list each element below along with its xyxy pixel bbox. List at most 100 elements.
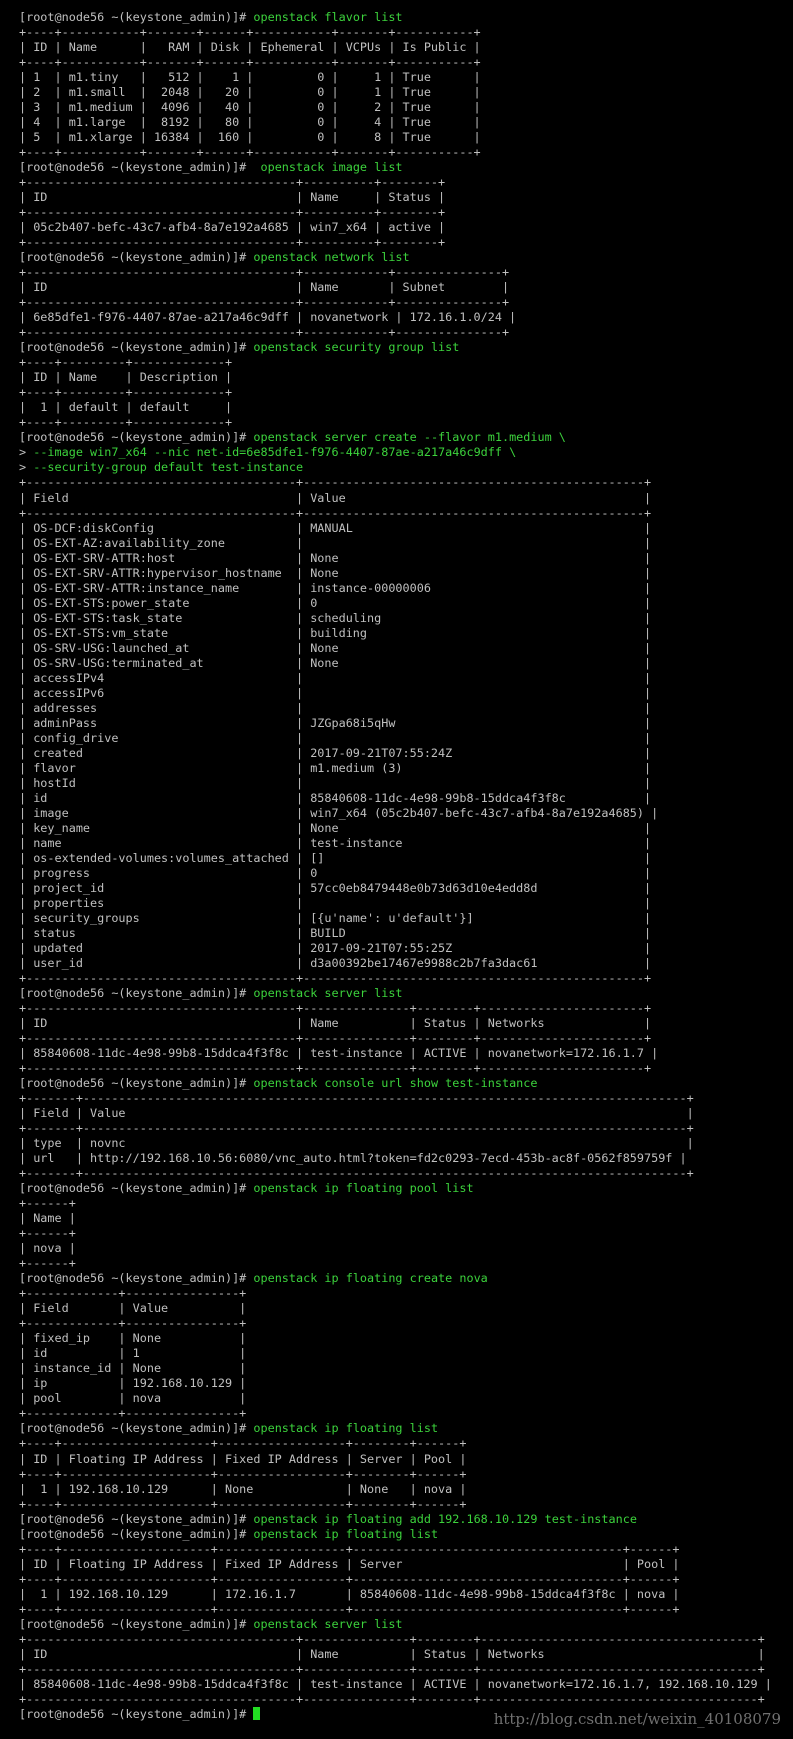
command-line: [root@node56 ~(keystone_admin)]# opensta… bbox=[19, 250, 772, 265]
output-line: +--------------------------------------+… bbox=[19, 235, 446, 250]
shell-command: openstack network list bbox=[253, 250, 410, 265]
shell-prompt: [root@node56 ~(keystone_admin)]# bbox=[19, 10, 254, 24]
output-line: | Field | Value | bbox=[19, 1106, 694, 1121]
output-line: +----+---------------------+------------… bbox=[19, 1601, 680, 1616]
output-line: | user_id | d3a00392be17467e9988c2b7fa3d… bbox=[19, 955, 652, 970]
shell-command: openstack image list bbox=[253, 160, 403, 175]
command-line: [root@node56 ~(keystone_admin)]# opensta… bbox=[19, 340, 772, 355]
output-line: | ID | Name | Subnet | bbox=[19, 280, 510, 295]
shell-command: openstack security group list bbox=[253, 340, 460, 355]
shell-command: --image win7_x64 --nic net-id=6e85dfe1-f… bbox=[33, 445, 517, 460]
output-line: | ID | Name | Description | bbox=[19, 370, 233, 385]
output-line: | 5 | m1.xlarge | 16384 | 160 | 0 | 8 | … bbox=[19, 130, 481, 145]
output-line: | os-extended-volumes:volumes_attached |… bbox=[19, 850, 652, 865]
output-line: +----+-----------+-------+------+-------… bbox=[19, 55, 481, 70]
output-line: | OS-EXT-SRV-ATTR:hypervisor_hostname | … bbox=[19, 565, 652, 580]
output-line: | adminPass | JZGpa68i5qHw | bbox=[19, 715, 652, 730]
output-line: +-------------+----------------+ bbox=[19, 1286, 247, 1301]
output-line: +----+---------------------+------------… bbox=[19, 1496, 467, 1511]
output-line: | 3 | m1.medium | 4096 | 40 | 0 | 2 | Tr… bbox=[19, 100, 481, 115]
command-line: > --image win7_x64 --nic net-id=6e85dfe1… bbox=[19, 445, 772, 460]
output-line: +----+---------------------+------------… bbox=[19, 1571, 680, 1586]
output-line: +--------------------------------------+… bbox=[19, 325, 510, 340]
shell-prompt: [root@node56 ~(keystone_admin)]# bbox=[19, 340, 254, 355]
output-line: +----+---------------------+------------… bbox=[19, 1541, 680, 1556]
output-line: | OS-EXT-SRV-ATTR:instance_name | instan… bbox=[19, 580, 652, 595]
output-line: | 05c2b407-befc-43c7-afb4-8a7e192a4685 |… bbox=[19, 220, 446, 235]
output-line: | OS-SRV-USG:launched_at | None | bbox=[19, 640, 652, 655]
shell-prompt: [root@node56 ~(keystone_admin)]# bbox=[19, 1616, 254, 1631]
output-line: +--------------------------------------+… bbox=[19, 205, 446, 220]
command-line: [root@node56 ~(keystone_admin)]# opensta… bbox=[19, 1617, 772, 1632]
shell-prompt: [root@node56 ~(keystone_admin)]# bbox=[19, 1526, 254, 1541]
output-line: +--------------------------------------+… bbox=[19, 295, 510, 310]
command-line: [root@node56 ~(keystone_admin)]# opensta… bbox=[19, 160, 772, 175]
command-line: [root@node56 ~(keystone_admin)]# opensta… bbox=[19, 10, 772, 25]
output-line: +------+ bbox=[19, 1196, 76, 1211]
output-line: | 1 | m1.tiny | 512 | 1 | 0 | 1 | True | bbox=[19, 70, 481, 85]
output-line: | ID | Floating IP Address | Fixed IP Ad… bbox=[19, 1556, 680, 1571]
shell-command: openstack ip floating add 192.168.10.129… bbox=[253, 1511, 637, 1526]
command-line: [root@node56 ~(keystone_admin)]# opensta… bbox=[19, 1271, 772, 1286]
output-line: +----+---------+-------------+ bbox=[19, 355, 233, 370]
output-line: +----+---------+-------------+ bbox=[19, 415, 233, 430]
output-line: +----+-----------+-------+------+-------… bbox=[19, 145, 481, 160]
output-line: +--------------------------------------+… bbox=[19, 505, 652, 520]
output-line: +-------+-------------------------------… bbox=[19, 1121, 694, 1136]
output-line: | Name | bbox=[19, 1211, 76, 1226]
command-line: [root@node56 ~(keystone_admin)]# opensta… bbox=[19, 1076, 772, 1091]
output-line: +--------------------------------------+… bbox=[19, 1001, 652, 1016]
output-line: | ID | Name | Status | Networks | bbox=[19, 1016, 652, 1031]
output-line: +--------------------------------------+… bbox=[19, 1061, 652, 1076]
output-line: +--------------------------------------+… bbox=[19, 175, 446, 190]
output-line: +--------------------------------------+… bbox=[19, 475, 652, 490]
output-line: | id | 85840608-11dc-4e98-99b8-15ddca4f3… bbox=[19, 790, 652, 805]
output-line: +------+ bbox=[19, 1226, 76, 1241]
output-line: | flavor | m1.medium (3) | bbox=[19, 760, 652, 775]
shell-prompt: > bbox=[19, 460, 34, 475]
shell-command: --security-group default test-instance bbox=[33, 460, 304, 475]
output-line: +-------+-------------------------------… bbox=[19, 1091, 694, 1106]
output-line: | accessIPv4 | | bbox=[19, 670, 652, 685]
output-line: | status | BUILD | bbox=[19, 925, 652, 940]
output-line: +-------------+----------------+ bbox=[19, 1406, 247, 1421]
output-line: | OS-EXT-STS:task_state | scheduling | bbox=[19, 610, 652, 625]
output-line: | accessIPv6 | | bbox=[19, 685, 652, 700]
output-line: | 85840608-11dc-4e98-99b8-15ddca4f3f8c |… bbox=[19, 1046, 659, 1061]
output-line: | nova | bbox=[19, 1241, 76, 1256]
output-line: +--------------------------------------+… bbox=[19, 265, 510, 280]
output-line: | 1 | 192.168.10.129 | 172.16.1.7 | 8584… bbox=[19, 1586, 680, 1601]
output-line: | properties | | bbox=[19, 895, 652, 910]
output-line: +----+-----------+-------+------+-------… bbox=[19, 25, 481, 40]
output-line: | updated | 2017-09-21T07:55:25Z | bbox=[19, 940, 652, 955]
command-line: [root@node56 ~(keystone_admin)]# opensta… bbox=[19, 1527, 772, 1542]
output-line: | created | 2017-09-21T07:55:24Z | bbox=[19, 745, 652, 760]
command-line: [root@node56 ~(keystone_admin)]# opensta… bbox=[19, 1421, 772, 1436]
shell-prompt: [root@node56 ~(keystone_admin)]# bbox=[19, 250, 254, 265]
shell-command: openstack ip floating pool list bbox=[253, 1181, 474, 1196]
shell-prompt: [root@node56 ~(keystone_admin)]# bbox=[19, 160, 254, 175]
watermark: http://blog.csdn.net/weixin_40108079 bbox=[493, 1710, 781, 1728]
shell-prompt: [root@node56 ~(keystone_admin)]# bbox=[19, 1181, 254, 1196]
output-line: | fixed_ip | None | bbox=[19, 1331, 247, 1346]
text-cursor[interactable] bbox=[253, 1706, 261, 1720]
shell-prompt: [root@node56 ~(keystone_admin)]# bbox=[19, 1706, 254, 1721]
output-line: | instance_id | None | bbox=[19, 1361, 247, 1376]
output-line: +--------------------------------------+… bbox=[19, 1691, 765, 1706]
output-line: | project_id | 57cc0eb8479448e0b73d63d10… bbox=[19, 880, 652, 895]
output-line: | Field | Value | bbox=[19, 490, 652, 505]
shell-command: openstack ip floating list bbox=[253, 1421, 439, 1436]
output-line: +--------------------------------------+… bbox=[19, 1661, 765, 1676]
shell-prompt: [root@node56 ~(keystone_admin)]# bbox=[19, 1271, 254, 1286]
terminal-window[interactable]: [root@node56 ~(keystone_admin)]# opensta… bbox=[0, 0, 793, 1739]
output-line: | type | novnc | bbox=[19, 1136, 694, 1151]
output-line: +----+---------------------+------------… bbox=[19, 1436, 467, 1451]
output-line: | OS-EXT-SRV-ATTR:host | None | bbox=[19, 550, 652, 565]
output-line: | ID | Floating IP Address | Fixed IP Ad… bbox=[19, 1451, 467, 1466]
output-line: | 4 | m1.large | 8192 | 80 | 0 | 4 | Tru… bbox=[19, 115, 481, 130]
output-line: +-------------+----------------+ bbox=[19, 1316, 247, 1331]
output-line: | pool | nova | bbox=[19, 1391, 247, 1406]
command-line: > --security-group default test-instance bbox=[19, 460, 772, 475]
command-line: [root@node56 ~(keystone_admin)]# opensta… bbox=[19, 1181, 772, 1196]
output-line: +-------+-------------------------------… bbox=[19, 1166, 694, 1181]
